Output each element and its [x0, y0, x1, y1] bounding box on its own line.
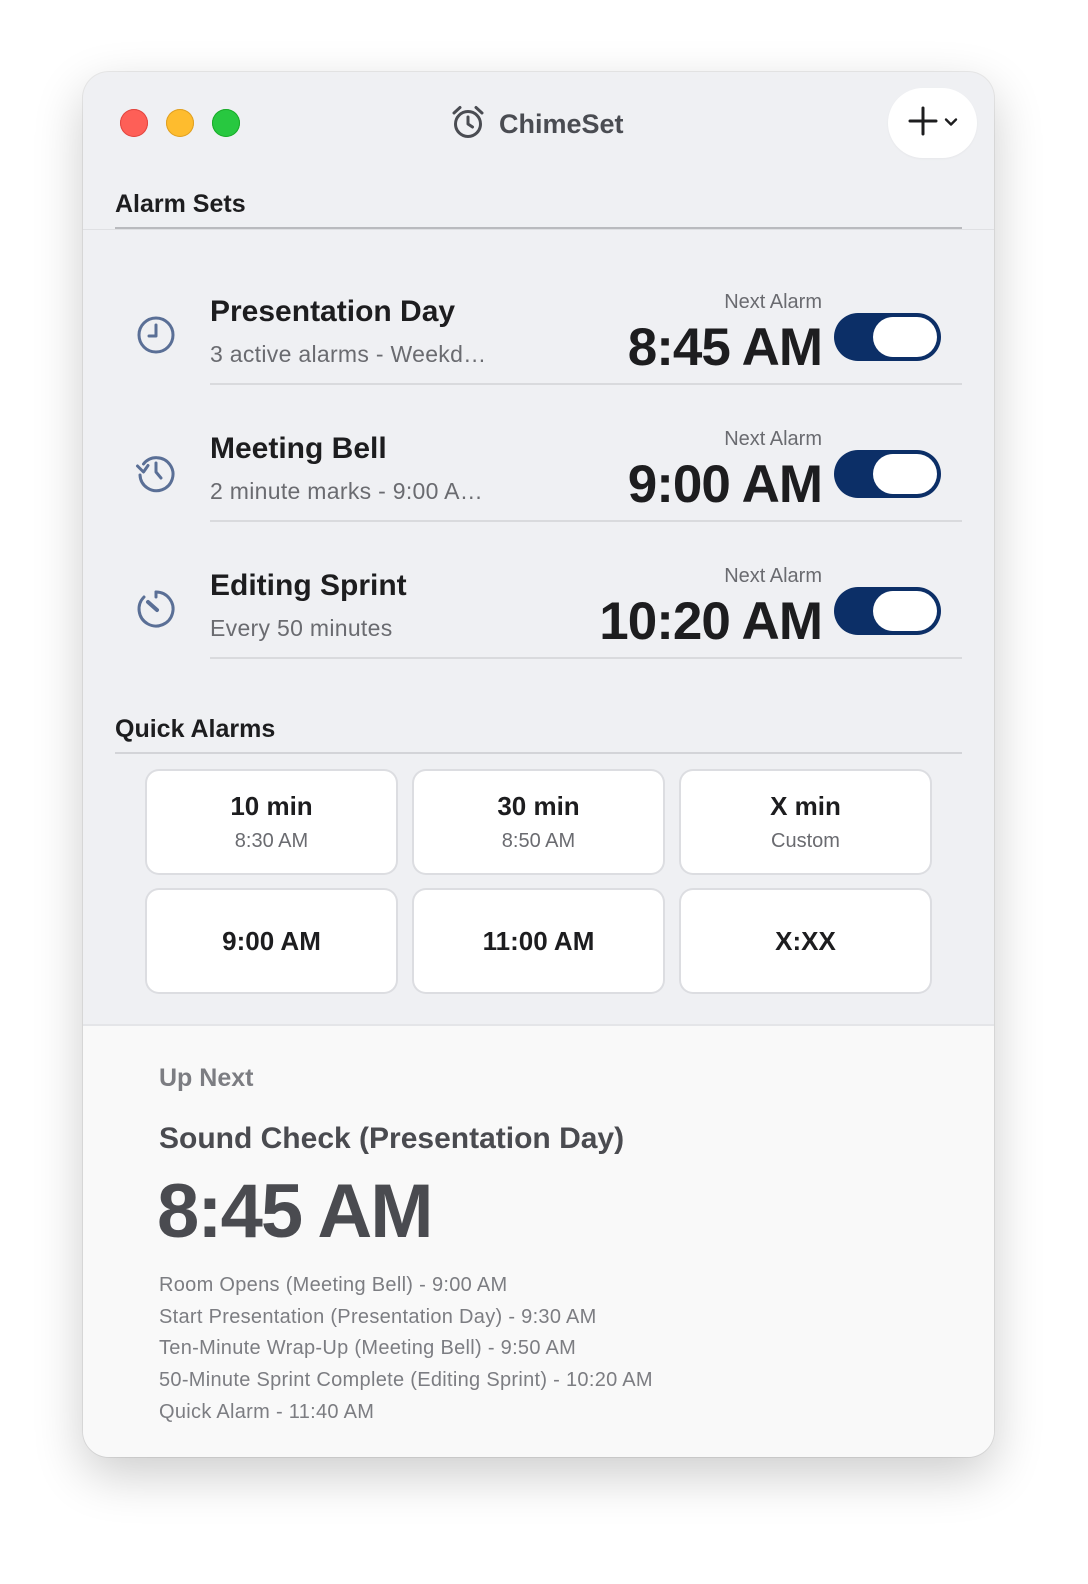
up-next-heading: Up Next [159, 1064, 254, 1092]
alarm-set-title: Editing Sprint [210, 569, 407, 602]
app-name: ChimeSet [499, 108, 624, 139]
alarm-set-row[interactable]: Presentation Day 3 active alarms - Weekd… [83, 248, 994, 385]
next-alarm-label: Next Alarm [724, 428, 822, 450]
timer-icon [135, 588, 177, 630]
section-edge [83, 229, 994, 230]
alarm-sets-heading: Alarm Sets [115, 190, 246, 218]
quick-alarm-label: 11:00 AM [482, 925, 595, 956]
quick-alarm-label: 30 min [497, 791, 580, 821]
add-alarm-menu-button[interactable] [888, 88, 977, 158]
window-title: ChimeSet [451, 102, 624, 146]
alarm-set-subtitle: Every 50 minutes [210, 615, 393, 641]
next-alarm-label: Next Alarm [724, 565, 822, 587]
zoom-window-button[interactable] [212, 109, 240, 137]
next-alarm-time: 9:00 AM [627, 455, 823, 514]
quick-alarm-11am-button[interactable]: 11:00 AM [414, 890, 663, 992]
quick-alarm-detail: Custom [771, 830, 840, 852]
quick-alarms-divider [115, 752, 962, 754]
alarm-set-title: Meeting Bell [210, 432, 387, 465]
minimize-window-button[interactable] [166, 109, 194, 137]
alarm-set-row[interactable]: Editing Sprint Every 50 minutes Next Ala… [83, 522, 994, 659]
quick-alarm-9am-button[interactable]: 9:00 AM [147, 890, 396, 992]
quick-alarm-custom-time-button[interactable]: X:XX [681, 890, 930, 992]
alarm-set-toggle[interactable] [834, 313, 941, 361]
quick-alarm-custom-min-button[interactable]: X min Custom [681, 771, 930, 873]
upcoming-alarm-item: 50-Minute Sprint Complete (Editing Sprin… [159, 1369, 653, 1392]
chevron-down-icon [944, 114, 958, 132]
upcoming-alarm-item: Ten-Minute Wrap-Up (Meeting Bell) - 9:50… [159, 1337, 577, 1360]
upcoming-alarm-item: Start Presentation (Presentation Day) - … [159, 1305, 597, 1328]
next-alarm-time: 8:45 AM [627, 318, 823, 377]
toggle-knob [873, 591, 937, 631]
row-divider [210, 657, 962, 659]
upcoming-alarm-item: Room Opens (Meeting Bell) - 9:00 AM [159, 1274, 508, 1296]
quick-alarm-detail: 8:30 AM [234, 830, 309, 852]
quick-alarm-30-min-button[interactable]: 30 min 8:50 AM [414, 771, 663, 873]
close-window-button[interactable] [120, 109, 148, 137]
app-window: ChimeSet Alarm Sets Presentation Day 3 a… [83, 72, 994, 1457]
up-next-panel: Up Next Sound Check (Presentation Day) 8… [83, 1024, 994, 1457]
up-next-time: 8:45 AM [157, 1169, 434, 1254]
quick-alarm-label: 9:00 AM [222, 925, 321, 956]
toggle-knob [873, 454, 937, 494]
quick-alarm-label: 10 min [230, 791, 313, 821]
quick-alarm-label: X:XX [775, 925, 836, 956]
upcoming-alarm-item: Quick Alarm - 11:40 AM [159, 1400, 375, 1423]
plus-icon [908, 106, 938, 141]
next-alarm-label: Next Alarm [724, 291, 822, 313]
quick-alarm-label: X min [770, 791, 841, 821]
alarm-set-toggle[interactable] [834, 450, 941, 498]
next-alarm-time: 10:20 AM [599, 592, 823, 651]
alarm-set-title: Presentation Day [210, 295, 456, 328]
clock-icon [135, 314, 177, 356]
alarm-set-toggle[interactable] [834, 587, 941, 635]
up-next-event: Sound Check (Presentation Day) [159, 1122, 625, 1155]
alarm-set-subtitle: 2 minute marks - 9:00 A… [210, 478, 484, 504]
alarm-set-subtitle: 3 active alarms - Weekd… [210, 341, 487, 367]
quick-alarm-detail: 8:50 AM [501, 830, 576, 852]
upcoming-alarms-list: Room Opens (Meeting Bell) - 9:00 AM Star… [159, 1270, 653, 1428]
alarm-set-row[interactable]: Meeting Bell 2 minute marks - 9:00 A… Ne… [83, 385, 994, 522]
toggle-knob [873, 317, 937, 357]
quick-alarm-10-min-button[interactable]: 10 min 8:30 AM [147, 771, 396, 873]
clock-history-icon [135, 451, 177, 493]
quick-alarms-heading: Quick Alarms [115, 715, 276, 743]
title-bar: ChimeSet [83, 72, 994, 176]
alarm-clock-icon [451, 104, 485, 145]
